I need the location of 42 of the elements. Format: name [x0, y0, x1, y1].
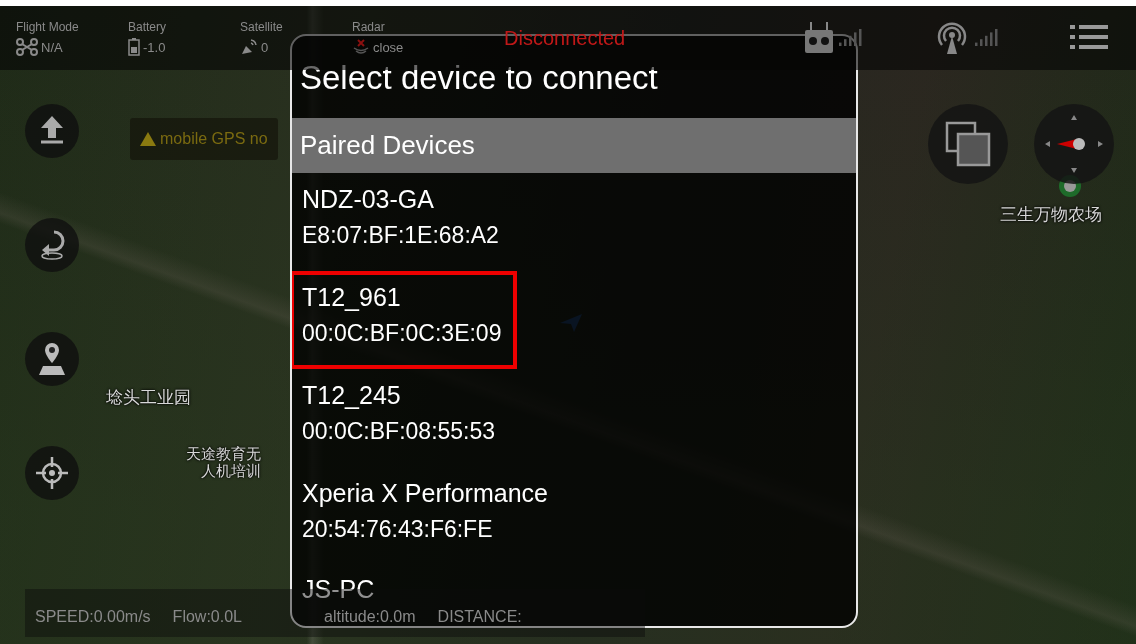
warning-text: mobile GPS no	[160, 130, 268, 148]
takeoff-button[interactable]	[25, 104, 79, 158]
signal-bars-icon	[838, 28, 864, 48]
remote-controller-icon	[804, 22, 834, 54]
map-pin-icon	[37, 343, 67, 375]
telemetry-readout: DISTANCE:	[437, 609, 522, 625]
crosshair-icon	[36, 457, 68, 489]
waypoint-button[interactable]	[25, 332, 79, 386]
signal-bars-icon	[974, 28, 1000, 48]
status-value: N/A	[41, 39, 63, 55]
status-label: Satellite	[240, 20, 284, 34]
device-list-item[interactable]: Xperia X Performance 20:54:76:43:F6:FE	[292, 467, 564, 566]
locate-button[interactable]	[25, 446, 79, 500]
drone-icon	[16, 38, 38, 56]
status-value: 0	[261, 39, 269, 55]
return-home-button[interactable]	[25, 218, 79, 272]
connection-status: Disconnected	[504, 26, 626, 50]
map-label: 天途教育无人机培训	[185, 446, 261, 479]
map-label: 三生万物农场	[1000, 206, 1102, 225]
status-value: close	[373, 39, 404, 55]
device-list-item[interactable]: T12_961 00:0C:BF:0C:3E:09	[292, 271, 518, 370]
section-header: Paired Devices	[292, 118, 856, 174]
map-label: 埝头工业园	[106, 389, 191, 408]
satellite-dish-icon	[240, 38, 258, 56]
radar-off-icon	[352, 38, 370, 56]
telemetry-readout: altitude:0.0m	[324, 609, 416, 625]
return-arrow-icon	[38, 230, 66, 260]
menu-icon[interactable]	[1070, 25, 1108, 51]
status-label: Flight Mode	[16, 20, 80, 34]
device-list-item[interactable]: NDZ-03-GA E8:07:BF:1E:68:A2	[292, 173, 515, 272]
status-label: Battery	[128, 20, 167, 34]
warning-icon	[140, 132, 156, 146]
status-value: -1.0	[143, 39, 166, 55]
upload-arrow-icon	[39, 116, 65, 146]
overlapping-squares-icon	[945, 121, 991, 167]
device-list-item[interactable]: T12_245 00:0C:BF:08:55:53	[292, 369, 512, 468]
battery-icon	[128, 38, 140, 56]
status-label: Radar	[352, 20, 386, 34]
device-list-item[interactable]: JS-PC	[292, 565, 391, 605]
telemetry-readout: SPEED:0.00m/s	[35, 609, 151, 625]
dialog-title: Select device to connect	[300, 60, 658, 97]
telemetry-readout: Flow:0.0L	[172, 609, 242, 625]
